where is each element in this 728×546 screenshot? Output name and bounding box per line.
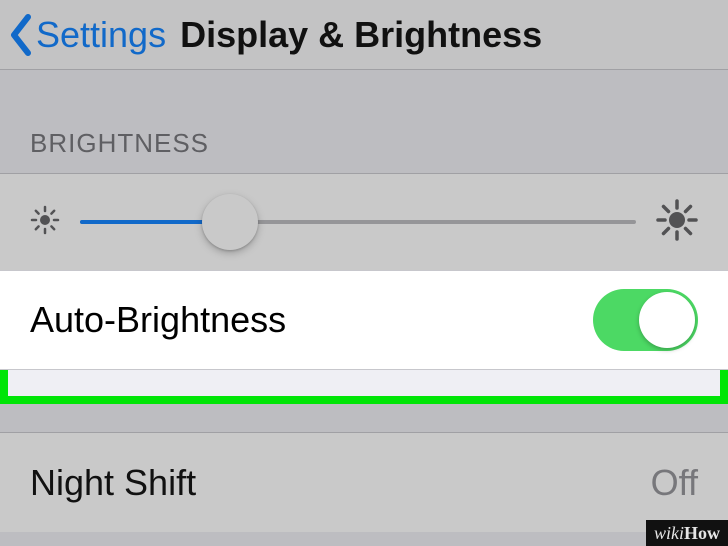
watermark-prefix: wiki [654,523,684,543]
night-shift-row[interactable]: Night Shift Off [0,432,728,532]
auto-brightness-label: Auto-Brightness [30,299,286,341]
toggle-knob [639,292,695,348]
night-shift-value: Off [651,462,698,504]
navigation-bar: Settings Display & Brightness [0,0,728,70]
brightness-slider-row [0,173,728,271]
watermark: wikiHow [646,520,728,546]
brightness-slider[interactable] [80,202,636,242]
slider-thumb[interactable] [202,194,258,250]
chevron-left-icon [8,13,34,57]
watermark-suffix: How [684,523,720,543]
back-label: Settings [36,14,166,56]
sun-low-icon [30,205,60,240]
sun-high-icon [656,199,698,246]
auto-brightness-row: Auto-Brightness [0,270,728,370]
auto-brightness-toggle[interactable] [593,289,698,351]
night-shift-label: Night Shift [30,462,196,504]
section-header-brightness: BRIGHTNESS [0,70,728,173]
back-button[interactable]: Settings [8,13,166,57]
page-title: Display & Brightness [180,14,542,56]
